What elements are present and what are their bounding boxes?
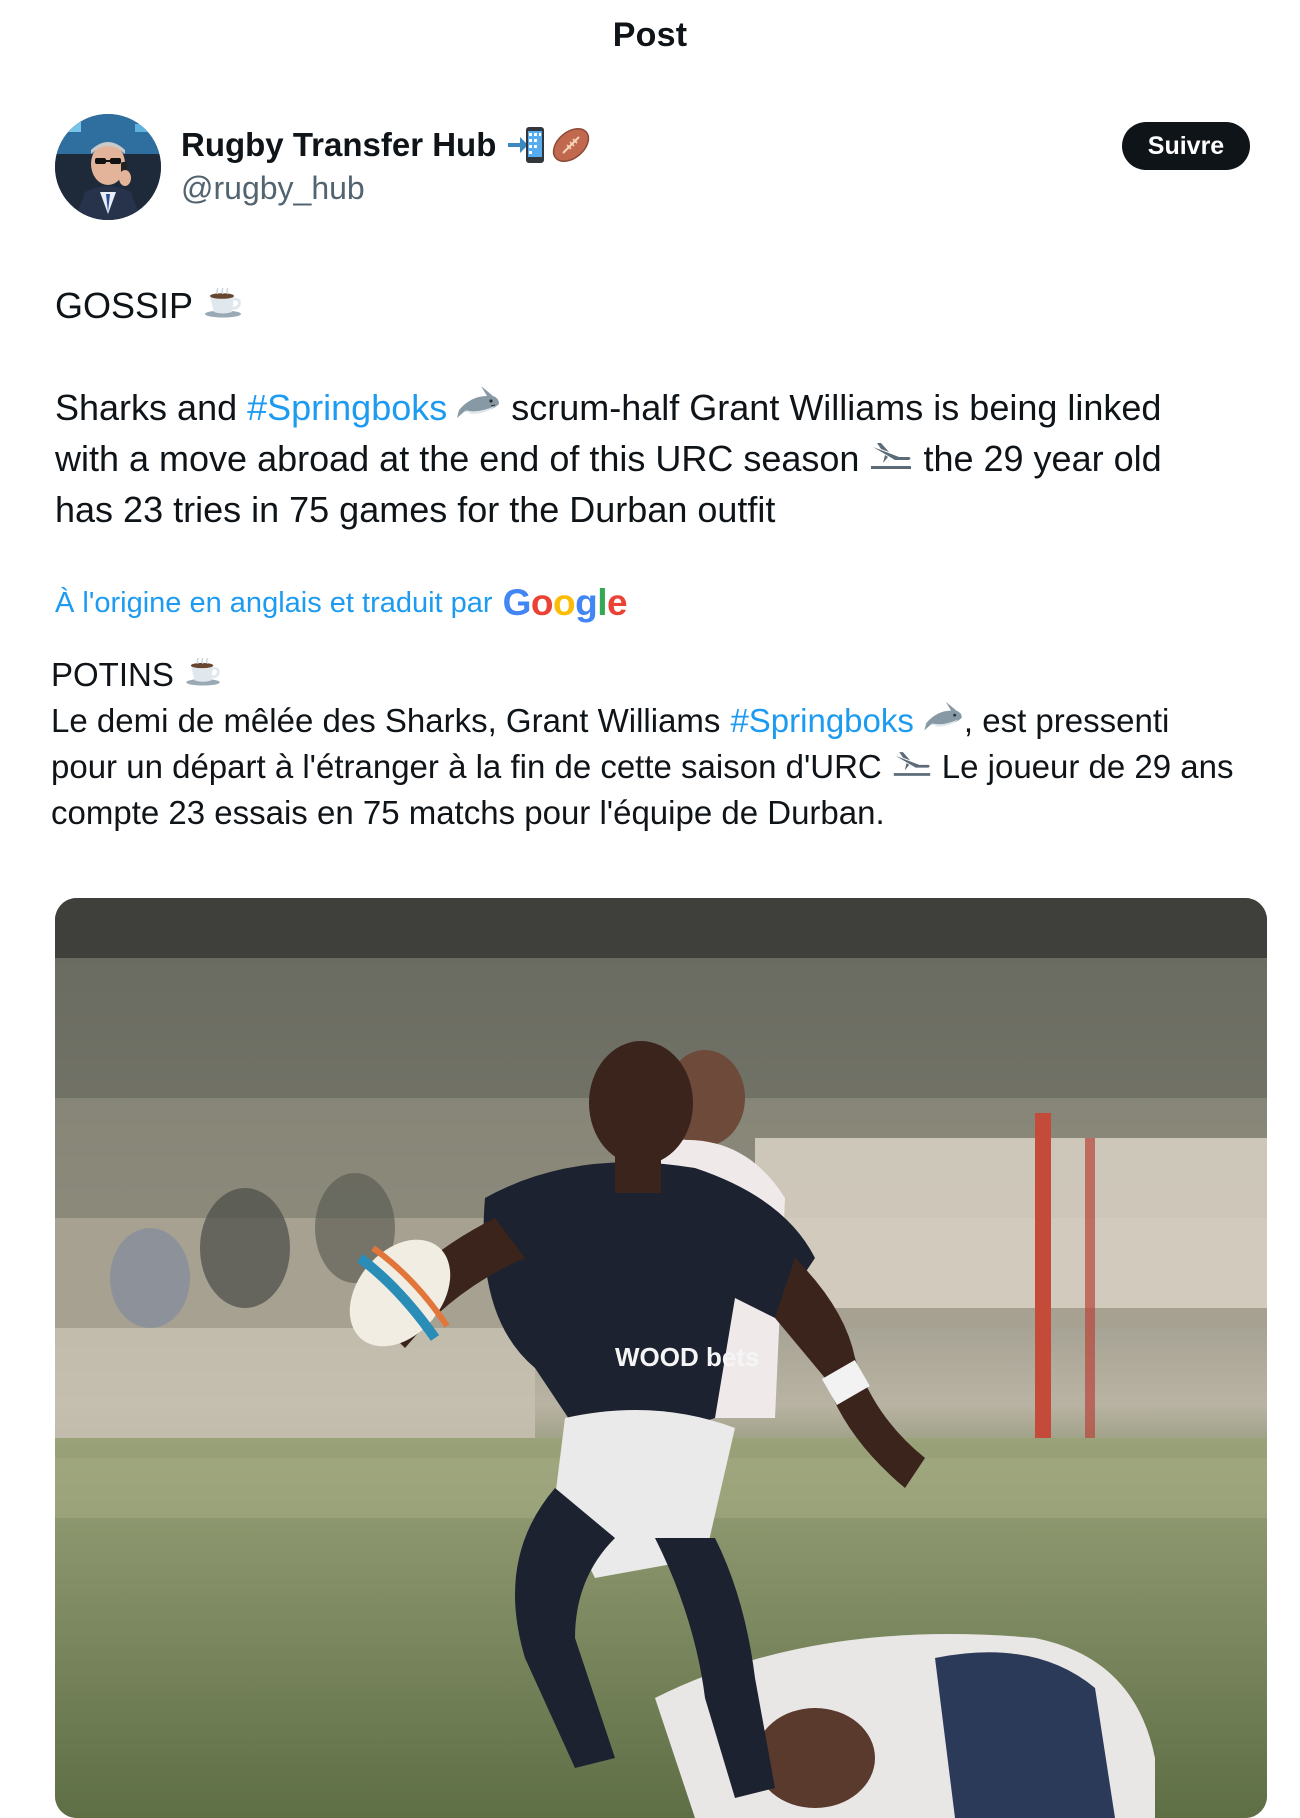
google-logo: Google	[502, 582, 628, 623]
coffee-icon	[184, 652, 222, 698]
translated-text: POTINS Le demi de mêlée des Sharks, Gran…	[51, 652, 1261, 836]
shark-icon	[924, 698, 964, 744]
translation-note-text[interactable]: À l'origine en anglais et traduit par	[55, 587, 493, 620]
post-line-4: has 23 tries in 75 games for the Durban …	[55, 484, 1250, 535]
translation-line-4: compte 23 essais en 75 matchs pour l'équ…	[51, 790, 1261, 836]
post-media[interactable]: WOOD bets	[55, 898, 1267, 1818]
coffee-icon	[203, 280, 243, 331]
author-row: Rugby Transfer Hub @rugby_hub Suivre	[55, 112, 1250, 222]
translation-line-4-text: compte 23 essais en 75 matchs pour l'équ…	[51, 794, 885, 831]
translation-line-3: pour un départ à l'étranger à la fin de …	[51, 744, 1261, 790]
avatar-image	[55, 114, 161, 220]
translation-note[interactable]: À l'origine en anglais et traduit par Go…	[55, 582, 628, 624]
user-handle[interactable]: @rugby_hub	[181, 170, 365, 207]
post-line-3-text-a: with a move abroad at the end of this UR…	[55, 438, 860, 479]
post-text: GOSSIP Sharks and #Springboks scrum-half…	[55, 280, 1250, 535]
post-line-4-text: has 23 tries in 75 games for the Durban …	[55, 489, 776, 530]
airplane-landing-icon	[869, 433, 913, 484]
post-line-2-text-a: Sharks and	[55, 387, 238, 428]
jersey-sponsor: WOOD bets	[615, 1342, 759, 1372]
post-line-3: with a move abroad at the end of this UR…	[55, 433, 1250, 484]
airplane-landing-icon	[892, 744, 932, 790]
post-line-3-text-b: the 29 year old	[923, 438, 1162, 479]
translation-line-2: Le demi de mêlée des Sharks, Grant Willi…	[51, 698, 1261, 744]
translation-line-2-text-b: , est pressenti	[963, 702, 1170, 739]
mobile-phone-arrow-icon	[506, 125, 546, 165]
post-line-2-text-b: scrum-half Grant Williams is being linke…	[511, 387, 1162, 428]
translation-line-1: POTINS	[51, 652, 1261, 698]
display-name[interactable]: Rugby Transfer Hub	[181, 126, 496, 164]
top-bar: Post	[0, 0, 1300, 70]
translation-line-3-text-a: pour un départ à l'étranger à la fin de …	[51, 748, 882, 785]
hashtag-springboks-translated[interactable]: #Springboks	[730, 698, 913, 744]
rugby-ball-icon	[550, 124, 592, 166]
post-line-1-text: GOSSIP	[55, 285, 194, 326]
follow-button[interactable]: Suivre	[1122, 122, 1250, 170]
name-row[interactable]: Rugby Transfer Hub	[181, 124, 592, 166]
page-title: Post	[612, 15, 688, 54]
rugby-action-photo: WOOD bets	[55, 898, 1267, 1818]
shark-icon	[457, 382, 501, 433]
post-line-2: Sharks and #Springboks scrum-half Grant …	[55, 382, 1250, 433]
translation-line-1-text: POTINS	[51, 656, 174, 693]
translation-line-3-text-b: Le joueur de 29 ans	[941, 748, 1234, 785]
translation-line-2-text-a: Le demi de mêlée des Sharks, Grant Willi…	[51, 702, 721, 739]
post-line-1: GOSSIP	[55, 280, 1250, 331]
avatar[interactable]	[55, 114, 161, 220]
hashtag-springboks[interactable]: #Springboks	[247, 382, 447, 433]
